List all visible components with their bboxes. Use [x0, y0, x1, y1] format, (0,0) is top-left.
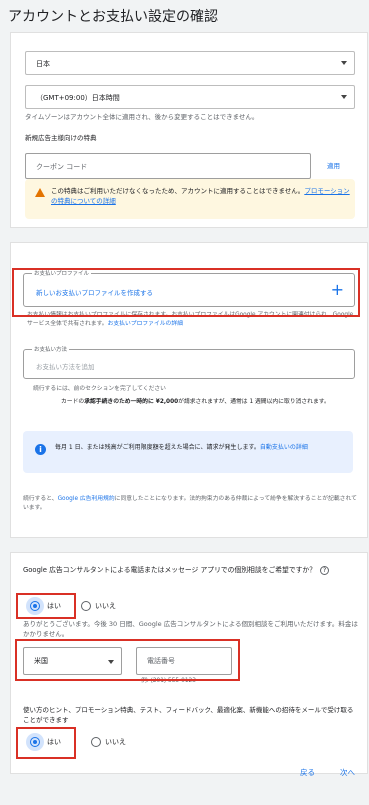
- highlight-profile: [12, 268, 360, 317]
- promo-warning: この特典はご利用いただけなくなったため、アカウントに適用することはできません。プ…: [25, 179, 355, 219]
- consult-no-radio[interactable]: [81, 601, 91, 611]
- billing-info-text: 毎月 1 日、または残高がご利用限度額を超えた場合に、請求が発生します。自動支払…: [55, 443, 345, 452]
- promo-warning-text: この特典はご利用いただけなくなったため、アカウントに適用することはできません。プ…: [51, 186, 351, 206]
- timezone-note: タイムゾーンはアカウント全体に適用され、後から変更することはできません。: [25, 113, 259, 121]
- country-select[interactable]: 日本: [25, 51, 355, 75]
- next-button[interactable]: 次へ: [340, 767, 355, 778]
- highlight-email-yes: [16, 727, 76, 759]
- consult-question: Google 広告コンサルタントによる電話またはメッセージ アプリでの個別相談を…: [23, 565, 357, 575]
- card-note-bold: 承認手続きのため一時的に ¥2,000: [84, 399, 179, 405]
- account-settings-card: 日本 （GMT+09:00）日本時間 タイムゾーンはアカウント全体に適用され、後…: [10, 32, 368, 228]
- info-icon: i: [35, 444, 46, 455]
- back-button[interactable]: 戻る: [300, 767, 315, 778]
- consult-question-text: Google 広告コンサルタントによる電話またはメッセージ アプリでの個別相談を…: [23, 566, 317, 574]
- country-value: 日本: [36, 60, 50, 68]
- help-icon[interactable]: ?: [320, 566, 330, 575]
- coupon-placeholder: クーポン コード: [36, 163, 88, 171]
- chevron-down-icon: [341, 61, 347, 65]
- warning-message: この特典はご利用いただけなくなったため、アカウントに適用することはできません。: [51, 187, 305, 195]
- consult-thanks: ありがとうございます。今後 30 日間、Google 広告コンサルタントによる個…: [23, 620, 358, 638]
- email-question: 使い方のヒント、プロモーション特典、テスト、フィードバック、最適化案、新機能への…: [23, 706, 354, 724]
- payment-method-legend: お支払い方法: [32, 345, 70, 353]
- chevron-down-icon: [341, 95, 347, 99]
- profile-details-link[interactable]: お支払いプロファイルの詳細: [108, 321, 183, 327]
- coupon-input[interactable]: クーポン コード: [25, 153, 311, 179]
- card-note-suffix: が請求されますが、通常は 1 週間以内に取り消されます。: [178, 399, 330, 405]
- billing-info-message: 毎月 1 日、または残高がご利用限度額を超えた場合に、請求が発生します。: [55, 444, 260, 451]
- terms-note: 続行すると、Google 広告利用規約に同意したことになります。法的拘束力のある…: [23, 495, 359, 513]
- apply-button[interactable]: 適用: [327, 161, 340, 171]
- promo-heading: 新規広告主様向けの特典: [25, 134, 97, 142]
- payment-method-field[interactable]: お支払い方法 お支払い方法を追加: [23, 345, 355, 379]
- timezone-select[interactable]: （GMT+09:00）日本時間: [25, 85, 355, 109]
- continue-note: 続行するには、前のセクションを完了してください: [33, 386, 166, 392]
- payment-method-placeholder: お支払い方法を追加: [36, 363, 95, 371]
- warning-icon: [35, 188, 45, 197]
- page-title: アカウントとお支払い設定の確認: [8, 9, 218, 25]
- highlight-consult-yes: [16, 593, 76, 619]
- autopay-details-link[interactable]: 自動支払いの詳細: [260, 444, 308, 451]
- terms-link[interactable]: Google 広告利用規約: [58, 496, 115, 502]
- card-note: カードの承認手続きのため一時的に ¥2,000が請求されますが、通常は 1 週間…: [61, 398, 351, 407]
- card-note-prefix: カードの: [61, 399, 85, 405]
- billing-info: i 毎月 1 日、または残高がご利用限度額を超えた場合に、請求が発生します。自動…: [23, 431, 353, 473]
- timezone-value: （GMT+09:00）日本時間: [36, 94, 120, 102]
- consult-no-label: いいえ: [95, 602, 116, 610]
- terms-prefix: 続行すると、: [23, 496, 58, 502]
- email-no-radio[interactable]: [91, 737, 101, 747]
- email-no-label: いいえ: [105, 738, 126, 746]
- highlight-phone: [15, 639, 240, 681]
